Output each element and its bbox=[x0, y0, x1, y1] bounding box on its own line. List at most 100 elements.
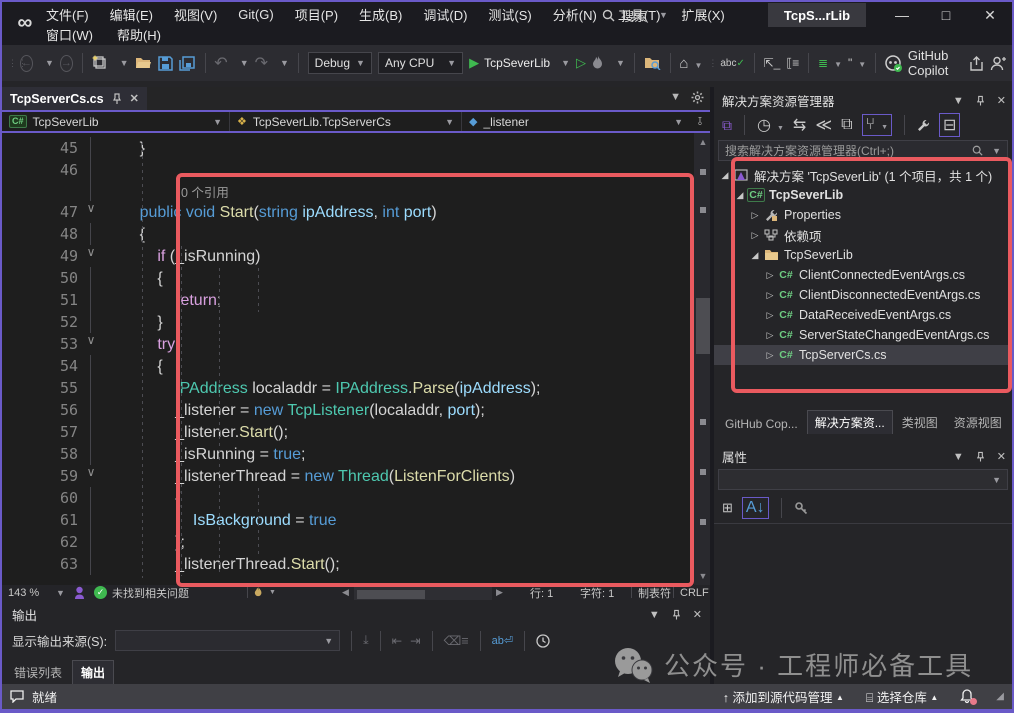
menu-item[interactable]: 视图(V) bbox=[174, 5, 217, 24]
cursor-line-indicator[interactable]: 行: 1 bbox=[530, 585, 553, 600]
chevron-down-icon[interactable]: ▼ bbox=[56, 585, 65, 600]
collapse-all-icon[interactable]: ≪ bbox=[815, 115, 832, 135]
fold-chevron-icon[interactable]: ∨ bbox=[78, 333, 104, 355]
save-all-icon[interactable] bbox=[179, 56, 196, 71]
output-header[interactable]: 输出 ▼ ✕ bbox=[12, 605, 702, 624]
member-dropdown[interactable]: ◆ _listener ▼ bbox=[462, 112, 690, 131]
fold-chevron-icon[interactable]: ∨ bbox=[78, 465, 104, 487]
menu-item[interactable]: 测试(S) bbox=[488, 5, 531, 24]
pin-icon[interactable] bbox=[976, 95, 985, 106]
close-icon[interactable]: ✕ bbox=[997, 94, 1006, 107]
indentation-indicator[interactable]: 制表符 bbox=[638, 585, 671, 600]
chevron-down-icon[interactable]: ▼ bbox=[280, 58, 289, 68]
pin-icon[interactable] bbox=[976, 451, 985, 462]
navigate-back-icon[interactable]: ← bbox=[20, 55, 33, 72]
configuration-dropdown[interactable]: Debug▼ bbox=[308, 52, 372, 74]
hscroll-left-icon[interactable]: ◀ bbox=[342, 585, 349, 600]
previous-message-icon[interactable]: ⇤ bbox=[392, 633, 402, 648]
close-tab-icon[interactable]: ✕ bbox=[130, 92, 139, 105]
menu-item[interactable]: 项目(P) bbox=[295, 5, 338, 24]
goto-last-message-icon[interactable]: ⤓ bbox=[363, 633, 369, 648]
close-button[interactable]: ✕ bbox=[968, 2, 1012, 28]
pin-icon[interactable] bbox=[672, 609, 681, 620]
chevron-down-icon[interactable]: ▼ bbox=[120, 58, 129, 68]
menu-item[interactable]: 生成(B) bbox=[359, 5, 402, 24]
properties-object-dropdown[interactable]: ▼ bbox=[718, 469, 1008, 490]
indent-lines-icon[interactable]: ≣▼ bbox=[818, 56, 842, 70]
add-user-icon[interactable] bbox=[990, 56, 1006, 71]
select-repository-button[interactable]: ⌸ 选择仓库 ▲ bbox=[866, 687, 938, 706]
sync-with-active-document-icon[interactable]: ⇆ bbox=[793, 115, 806, 135]
timestamp-icon[interactable] bbox=[536, 634, 550, 648]
navigate-forward-icon[interactable]: → bbox=[60, 55, 73, 72]
menu-item[interactable]: Git(G) bbox=[238, 7, 273, 22]
gear-icon[interactable] bbox=[691, 91, 704, 104]
chevron-down-icon[interactable]: ▼ bbox=[953, 95, 964, 107]
next-message-icon[interactable]: ⇥ bbox=[410, 633, 420, 648]
feedback-icon[interactable] bbox=[74, 585, 85, 600]
fold-chevron-icon[interactable]: ∨ bbox=[78, 245, 104, 267]
preview-selected-items-icon[interactable]: ⊟ bbox=[939, 113, 960, 137]
chevron-down-icon[interactable]: ▼ bbox=[45, 58, 54, 68]
cursor-char-indicator[interactable]: 字符: 1 bbox=[580, 585, 614, 600]
quick-search[interactable]: 搜索 ▼ bbox=[602, 5, 668, 25]
format-document-icon[interactable]: ⟦≡ bbox=[786, 56, 799, 70]
switch-views-icon[interactable]: ⧉ bbox=[722, 117, 732, 134]
tool-tab[interactable]: 类视图 bbox=[895, 411, 945, 434]
tab-list-chevron-icon[interactable]: ▼ bbox=[670, 91, 681, 104]
solution-name-badge[interactable]: TcpS...rLib bbox=[768, 3, 866, 27]
start-without-debugging-icon[interactable]: ▷ bbox=[576, 55, 586, 71]
notifications-bell-icon[interactable] bbox=[960, 689, 974, 704]
feedback-bubble-icon[interactable] bbox=[10, 690, 24, 703]
menu-item[interactable]: 调试(D) bbox=[423, 5, 467, 24]
wrench-icon[interactable] bbox=[917, 119, 930, 132]
undo-icon[interactable]: ↶ bbox=[214, 53, 227, 73]
properties-pages-icon[interactable]: ⧉ bbox=[841, 116, 852, 134]
scrollbar-thumb[interactable] bbox=[696, 298, 710, 354]
chevron-down-icon[interactable]: ▼ bbox=[992, 146, 1001, 156]
pin-icon[interactable] bbox=[112, 93, 122, 104]
new-project-icon[interactable] bbox=[92, 55, 108, 71]
open-folder-icon[interactable] bbox=[135, 56, 152, 70]
comment-lines-icon[interactable]: "▼ bbox=[848, 56, 866, 70]
tool-tab[interactable]: 解决方案资... bbox=[807, 410, 893, 434]
add-to-source-control-button[interactable]: ↑ 添加到源代码管理 ▲ bbox=[723, 687, 844, 706]
properties-header[interactable]: 属性 ▼ ✕ bbox=[722, 447, 1006, 466]
solution-home-icon[interactable]: ⌂▼ bbox=[679, 55, 702, 72]
toolbar-drag-handle[interactable]: ⋮⋮ bbox=[8, 61, 14, 65]
word-wrap-icon[interactable]: ab⏎ bbox=[492, 634, 513, 647]
chevron-down-icon[interactable]: ▼ bbox=[953, 451, 964, 463]
alphabetical-sort-icon[interactable]: A↓ bbox=[742, 497, 769, 519]
start-debugging-button[interactable]: ▶ TcpSeverLib ▼ bbox=[469, 55, 570, 71]
menu-item[interactable]: 分析(N) bbox=[553, 5, 597, 24]
solution-explorer-header[interactable]: 解决方案资源管理器 ▼ ✕ bbox=[722, 91, 1006, 110]
tool-tab[interactable]: GitHub Cop... bbox=[718, 414, 805, 434]
hot-reload-status-icon[interactable]: ▼ bbox=[254, 585, 276, 600]
close-icon[interactable]: ✕ bbox=[997, 450, 1006, 463]
scrollbar-thumb[interactable] bbox=[357, 590, 425, 599]
panel-tab[interactable]: 输出 bbox=[72, 660, 114, 685]
save-icon[interactable] bbox=[158, 56, 173, 71]
tool-tab[interactable]: 资源视图 bbox=[947, 411, 1009, 434]
spell-check-icon[interactable]: abc✓ bbox=[720, 58, 745, 69]
type-dropdown[interactable]: ❖ TcpSeverLib.TcpServerCs ▼ bbox=[230, 112, 462, 131]
find-in-files-icon[interactable] bbox=[644, 56, 661, 70]
chevron-down-icon[interactable]: ▼ bbox=[616, 58, 625, 68]
menu-item[interactable]: 编辑(E) bbox=[110, 5, 153, 24]
redo-icon[interactable]: ↷ bbox=[255, 53, 268, 73]
menu-item[interactable]: 扩展(X) bbox=[681, 5, 724, 24]
chevron-down-icon[interactable]: ▼ bbox=[240, 58, 249, 68]
maximize-button[interactable]: □ bbox=[924, 2, 968, 28]
tab-tcpservercs[interactable]: TcpServerCs.cs ✕ bbox=[2, 87, 147, 110]
resize-grip[interactable]: ◢ bbox=[996, 691, 1004, 702]
panel-tab[interactable]: 错误列表 bbox=[6, 661, 70, 684]
project-dropdown[interactable]: C# TcpSeverLib ▼ bbox=[2, 112, 230, 131]
code-health-indicator[interactable]: ✓ 未找到相关问题 bbox=[94, 585, 189, 600]
search-icon[interactable] bbox=[972, 145, 983, 156]
clear-all-icon[interactable]: ⌫≡ bbox=[444, 633, 469, 648]
toolbar-drag-handle[interactable]: ⋮⋮ bbox=[708, 61, 714, 65]
menu-item[interactable]: 文件(F) bbox=[46, 5, 89, 24]
share-icon[interactable] bbox=[969, 56, 984, 71]
line-ending-indicator[interactable]: CRLF bbox=[680, 585, 709, 600]
close-icon[interactable]: ✕ bbox=[693, 608, 702, 621]
